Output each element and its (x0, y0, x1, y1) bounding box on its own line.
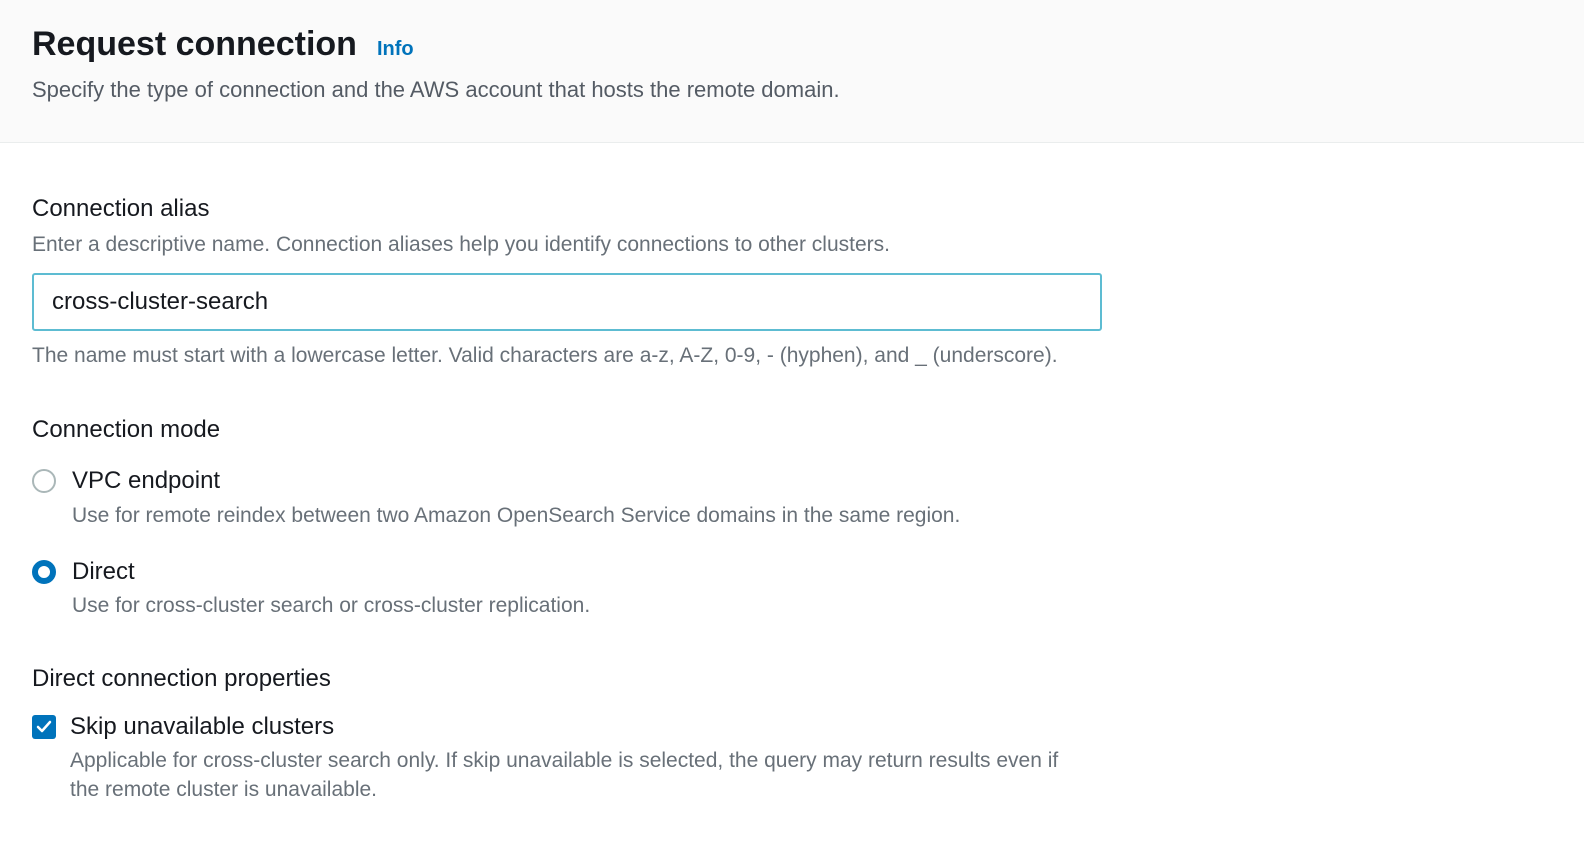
direct-connection-properties: Direct connection properties Skip unavai… (32, 665, 1552, 805)
radio-option-vpc-endpoint[interactable]: VPC endpoint Use for remote reindex betw… (32, 465, 1552, 530)
info-link[interactable]: Info (377, 38, 414, 61)
radio-text: VPC endpoint Use for remote reindex betw… (72, 465, 1552, 530)
connection-alias-description: Enter a descriptive name. Connection ali… (32, 230, 1552, 259)
connection-alias-label: Connection alias (32, 193, 1552, 224)
radio-text: Direct Use for cross-cluster search or c… (72, 556, 1552, 621)
form-section: Connection alias Enter a descriptive nam… (0, 143, 1584, 825)
skip-unavailable-checkbox[interactable]: Skip unavailable clusters Applicable for… (32, 711, 1552, 805)
connection-mode-radio-group: VPC endpoint Use for remote reindex betw… (32, 465, 1552, 620)
page-header: Request connection Info Specify the type… (0, 0, 1584, 143)
checkmark-icon (36, 719, 52, 735)
skip-unavailable-label: Skip unavailable clusters (70, 711, 1090, 742)
skip-unavailable-desc: Applicable for cross-cluster search only… (70, 746, 1090, 805)
checkbox-text: Skip unavailable clusters Applicable for… (70, 711, 1090, 805)
connection-alias-field: Connection alias Enter a descriptive nam… (32, 193, 1552, 371)
checkbox-checked-icon (32, 715, 56, 739)
radio-desc-vpc: Use for remote reindex between two Amazo… (72, 501, 1552, 530)
connection-alias-hint: The name must start with a lowercase let… (32, 341, 1552, 370)
direct-props-label: Direct connection properties (32, 665, 1552, 693)
radio-desc-direct: Use for cross-cluster search or cross-cl… (72, 591, 1552, 620)
radio-icon (32, 469, 56, 493)
radio-label-direct: Direct (72, 556, 1552, 587)
page-subtitle: Specify the type of connection and the A… (32, 75, 1552, 106)
header-title-row: Request connection Info (32, 24, 1552, 65)
radio-option-direct[interactable]: Direct Use for cross-cluster search or c… (32, 556, 1552, 621)
connection-mode-label: Connection mode (32, 414, 1552, 445)
connection-mode-field: Connection mode VPC endpoint Use for rem… (32, 414, 1552, 620)
radio-label-vpc: VPC endpoint (72, 465, 1552, 496)
radio-icon (32, 560, 56, 584)
connection-alias-input[interactable] (32, 273, 1102, 331)
page-title: Request connection (32, 24, 357, 65)
